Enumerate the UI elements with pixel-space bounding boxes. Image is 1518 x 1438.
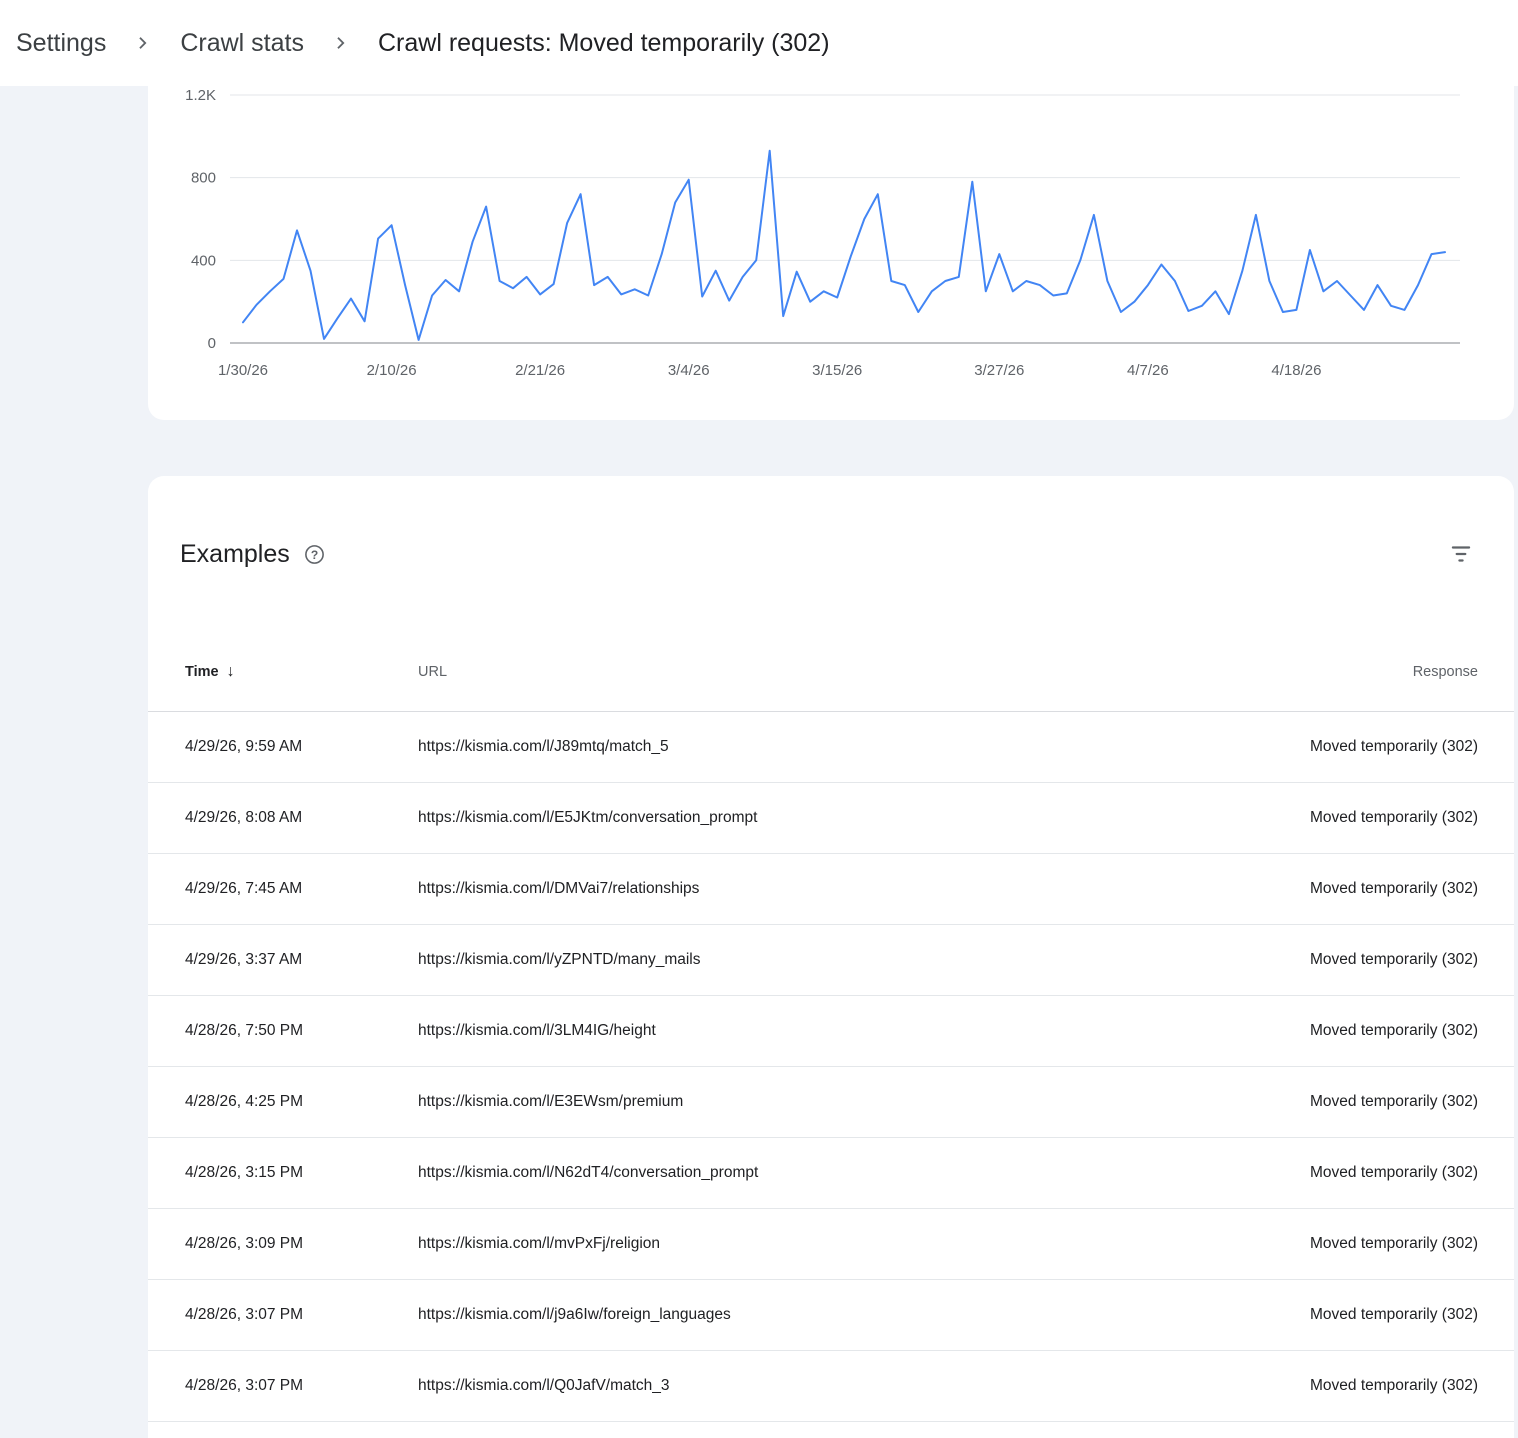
cell-url: https://kismia.com/l/mvPxFj/religion [418,1235,1158,1253]
table-row: 4/28/26, 4:25 PM https://kismia.com/l/E3… [148,1067,1514,1138]
column-header-time-label: Time [185,664,219,680]
table-row: 4/28/26, 3:07 PM https://kismia.com/l/Q0… [148,1351,1514,1422]
cell-time: 4/28/26, 3:15 PM [185,1164,418,1182]
cell-response: Moved temporarily (302) [1158,738,1478,756]
table-row: 4/29/26, 7:45 AM https://kismia.com/l/DM… [148,854,1514,925]
chart-y-tick-label: 0 [208,335,216,352]
table-row: 4/28/26, 7:50 PM https://kismia.com/l/3L… [148,996,1514,1067]
crawl-requests-line-chart[interactable]: 0 400 800 1.2K 1/30/26 2/10/26 2/21/26 3/4/26 3/… [148,86,1514,420]
cell-time: 4/29/26, 7:45 AM [185,880,418,898]
column-header-response[interactable]: Response [1158,664,1478,680]
cell-url: https://kismia.com/l/yZPNTD/many_mails [418,951,1158,969]
cell-url: https://kismia.com/l/N62dT4/conversation… [418,1164,1158,1182]
chart-y-tick-label: 800 [191,170,216,187]
cell-url: https://kismia.com/l/3LM4IG/height [418,1022,1158,1040]
cell-time: 4/28/26, 4:25 PM [185,1093,418,1111]
cell-response: Moved temporarily (302) [1158,1306,1478,1324]
cell-time: 4/28/26, 3:07 PM [185,1377,418,1395]
cell-time: 4/29/26, 3:37 AM [185,951,418,969]
examples-table-body: 4/29/26, 9:59 AM https://kismia.com/l/J8… [148,712,1514,1422]
cell-url: https://kismia.com/l/E3EWsm/premium [418,1093,1158,1111]
chart-y-tick-label: 1.2K [185,87,216,104]
cell-url: https://kismia.com/l/Q0JafV/match_3 [418,1377,1158,1395]
examples-table: Time ↓ URL Response 4/29/26, 9:59 AM htt… [148,632,1514,1422]
cell-response: Moved temporarily (302) [1158,1164,1478,1182]
breadcrumb: Settings Crawl stats Crawl requests: Mov… [0,0,1518,86]
filter-icon[interactable] [1448,541,1474,567]
svg-text:?: ? [311,547,318,561]
help-icon[interactable]: ? [304,544,325,565]
chart-x-tick-label: 3/27/26 [974,362,1024,379]
breadcrumb-current-page: Crawl requests: Moved temporarily (302) [378,29,830,58]
cell-time: 4/28/26, 3:09 PM [185,1235,418,1253]
table-row: 4/29/26, 9:59 AM https://kismia.com/l/J8… [148,712,1514,783]
chart-y-tick-label: 400 [191,252,216,269]
table-row: 4/29/26, 8:08 AM https://kismia.com/l/E5… [148,783,1514,854]
chevron-right-icon [132,32,154,54]
cell-response: Moved temporarily (302) [1158,1235,1478,1253]
table-row: 4/28/26, 3:15 PM https://kismia.com/l/N6… [148,1138,1514,1209]
cell-url: https://kismia.com/l/DMVai7/relationship… [418,880,1158,898]
cell-time: 4/29/26, 9:59 AM [185,738,418,756]
chart-x-tick-label: 3/4/26 [668,362,710,379]
cell-time: 4/28/26, 3:07 PM [185,1306,418,1324]
chart-x-tick-label: 2/10/26 [367,362,417,379]
chevron-right-icon [330,32,352,54]
chart-x-tick-label: 4/7/26 [1127,362,1169,379]
examples-title: Examples [180,540,290,569]
cell-url: https://kismia.com/l/J89mtq/match_5 [418,738,1158,756]
examples-card: Examples ? Time ↓ URL Response [148,476,1514,1438]
crawl-requests-chart-card: 0 400 800 1.2K 1/30/26 2/10/26 2/21/26 3/4/26 3/… [148,86,1514,420]
cell-time: 4/29/26, 8:08 AM [185,809,418,827]
cell-url: https://kismia.com/l/j9a6Iw/foreign_lang… [418,1306,1158,1324]
table-row: 4/28/26, 3:09 PM https://kismia.com/l/mv… [148,1209,1514,1280]
table-row: 4/29/26, 3:37 AM https://kismia.com/l/yZ… [148,925,1514,996]
column-header-url[interactable]: URL [418,664,1158,680]
chart-x-tick-label: 1/30/26 [218,362,268,379]
cell-response: Moved temporarily (302) [1158,951,1478,969]
chart-line-series [243,151,1445,340]
cell-response: Moved temporarily (302) [1158,1022,1478,1040]
chart-x-tick-label: 3/15/26 [812,362,862,379]
chart-x-tick-label: 4/18/26 [1271,362,1321,379]
cell-time: 4/28/26, 7:50 PM [185,1022,418,1040]
examples-table-header: Time ↓ URL Response [148,632,1514,712]
chart-x-tick-label: 2/21/26 [515,362,565,379]
examples-header: Examples ? [148,532,1514,576]
cell-response: Moved temporarily (302) [1158,1377,1478,1395]
table-row: 4/28/26, 3:07 PM https://kismia.com/l/j9… [148,1280,1514,1351]
breadcrumb-item-crawl-stats[interactable]: Crawl stats [180,29,304,58]
breadcrumb-item-settings[interactable]: Settings [16,29,106,58]
sort-descending-icon: ↓ [227,663,235,681]
column-header-time[interactable]: Time ↓ [185,663,418,681]
cell-response: Moved temporarily (302) [1158,1093,1478,1111]
cell-url: https://kismia.com/l/E5JKtm/conversation… [418,809,1158,827]
main-content: 0 400 800 1.2K 1/30/26 2/10/26 2/21/26 3/4/26 3/… [148,86,1514,1438]
cell-response: Moved temporarily (302) [1158,880,1478,898]
cell-response: Moved temporarily (302) [1158,809,1478,827]
